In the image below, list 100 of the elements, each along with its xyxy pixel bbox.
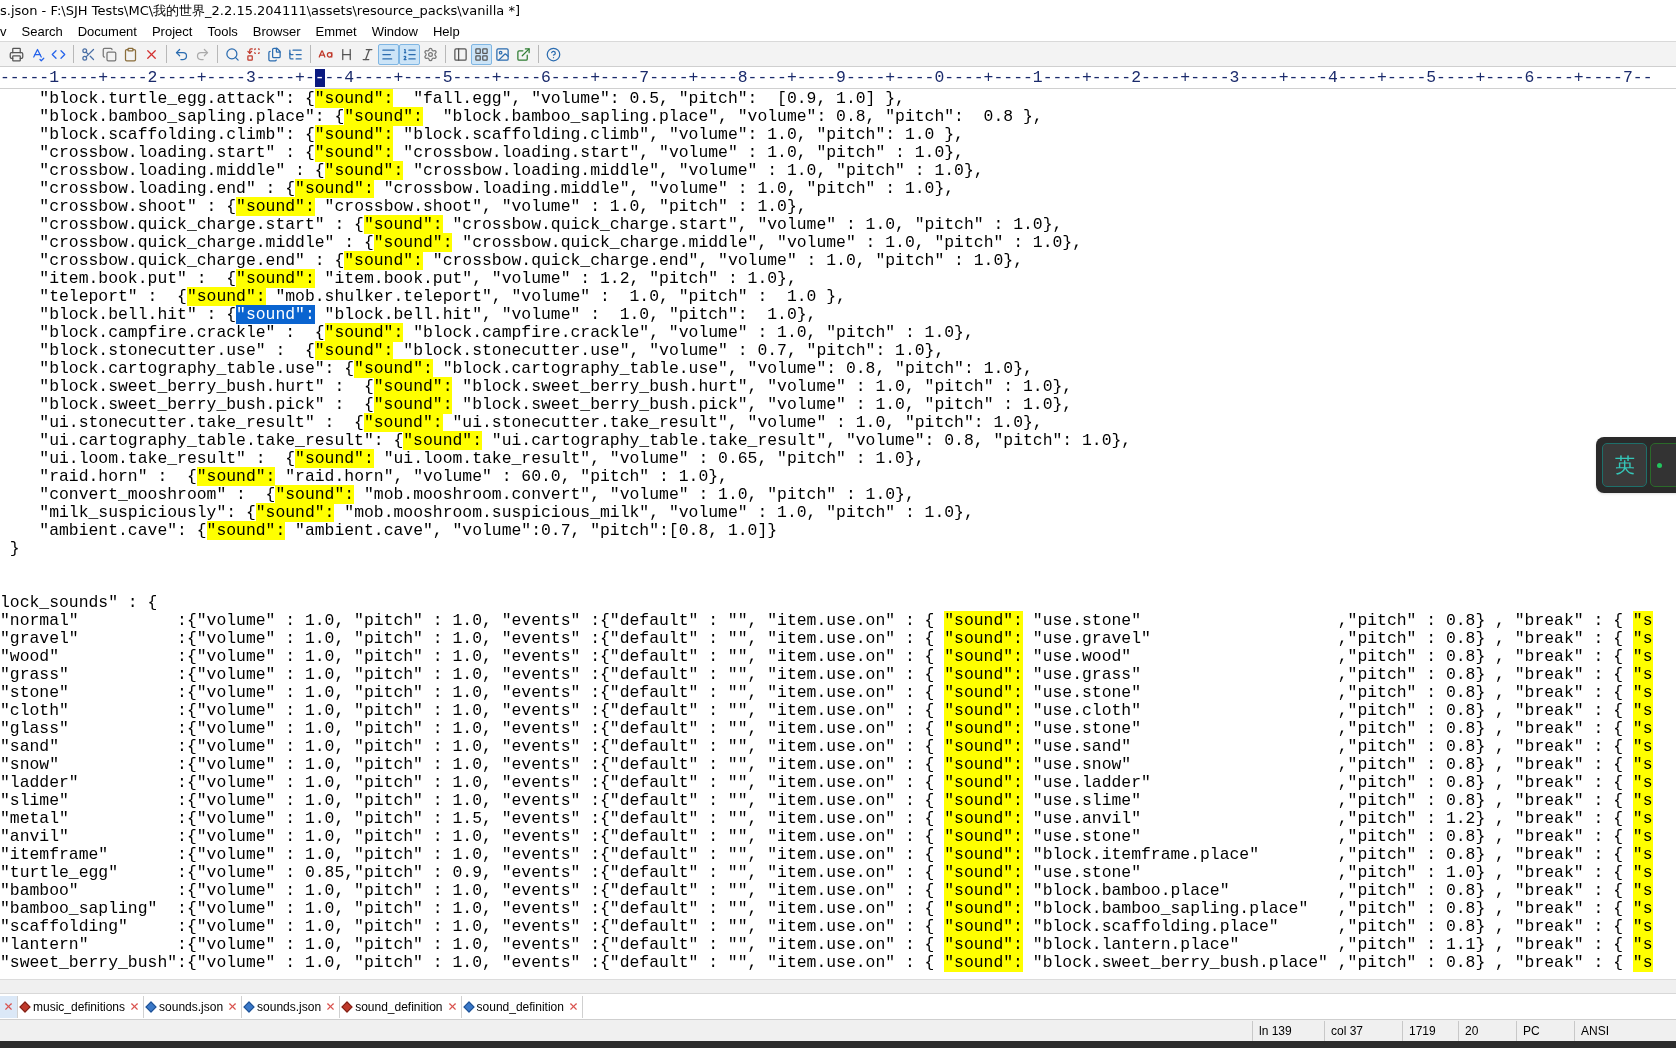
menu-item[interactable]: Help xyxy=(432,21,460,42)
document-tab[interactable]: sounds.json xyxy=(144,995,243,1018)
document-tab[interactable]: sound_definition xyxy=(461,995,583,1018)
menu-item[interactable]: Document xyxy=(77,21,137,42)
panel-icon xyxy=(453,46,468,62)
code-text: "block.lantern.place" ,"pitch" : 1.1} , "break" : { xyxy=(1031,935,1624,954)
search-highlight: "sound": xyxy=(944,701,1023,720)
menu-item[interactable]: Tools xyxy=(207,21,238,42)
tab-label: sounds.json xyxy=(159,998,224,1016)
search-highlight: "sound": xyxy=(373,395,453,414)
code-text: "milk_suspiciously": { xyxy=(38,503,256,522)
code-text: "ui.stonecutter.take_result", "volume" : 1.0, "pitch": 1.0}, xyxy=(451,413,1043,432)
search-highlight: "sound": xyxy=(295,449,374,468)
code-text: "gravel" :{"volume" : 1.0, "pitch" : 1.0, "events" :{"default" : "", "item.use.on" : { xyxy=(0,629,936,648)
code-text: "block.scaffolding.climb": { xyxy=(38,125,315,144)
search-highlight: "sound": xyxy=(944,917,1023,936)
search-highlight: "sound": xyxy=(944,683,1023,702)
code-text: "normal" :{"volume" : 1.0, "pitch" : 1.0, "events" :{"default" : "", "item.use.on" : { xyxy=(0,611,936,630)
code-text: "ui.cartography_table.take_result": { xyxy=(38,431,404,450)
search-highlight: "sound": xyxy=(324,323,404,342)
code-text: "block.campfire.crackle", "volume" : 1.0, "pitch" : 1.0}, xyxy=(412,323,974,342)
code-text: "use.stone" ,"pitch" : 0.8} , "break" : { xyxy=(1031,683,1624,702)
close-icon[interactable] xyxy=(446,1001,458,1012)
ime-language-button[interactable]: 英 xyxy=(1602,443,1648,487)
close-icon[interactable] xyxy=(325,1001,337,1012)
close-icon[interactable] xyxy=(227,1001,239,1012)
search-highlight: "sound": xyxy=(344,251,423,270)
menu-item[interactable]: Browser xyxy=(252,21,301,42)
search-highlight: "sound": xyxy=(255,503,335,522)
code-text: "cloth" :{"volume" : 1.0, "pitch" : 1.0, "events" :{"default" : "", "item.use.on" : { xyxy=(0,701,936,720)
code-text: "crossbow.loading.start", "volume" : 1.0, "pitch" : 1.0}, xyxy=(402,143,964,162)
search-highlight: "sound": xyxy=(373,233,453,252)
tab-label: sound_definition xyxy=(355,998,443,1016)
search-highlight: "sound": xyxy=(314,143,394,162)
code-text: "crossbow.loading.start" : { xyxy=(38,143,315,162)
code-text: "crossbow.quick_charge.end", "volume" : 1.0, "pitch" : 1.0}, xyxy=(431,251,1023,270)
search-highlight: "sound": xyxy=(206,521,286,540)
ruler-cursor: - xyxy=(314,68,325,87)
list-icon xyxy=(288,46,303,62)
replace-icon xyxy=(246,46,261,62)
search-highlight: "s xyxy=(1632,935,1653,954)
search-highlight: "sound": xyxy=(186,287,266,306)
close-icon[interactable] xyxy=(567,1001,579,1012)
search-highlight: "sound": xyxy=(236,197,315,216)
search-highlight: "s xyxy=(1632,845,1653,864)
close-icon[interactable] xyxy=(3,1001,14,1012)
code-text: "scaffolding" :{"volume" : 1.0, "pitch" : 1.0, "events" :{"default" : "", "item.use.on" : { xyxy=(0,917,936,936)
search-highlight: "sound": xyxy=(944,809,1023,828)
menu-item[interactable]: v xyxy=(0,21,7,42)
search-highlight: "s xyxy=(1632,953,1653,972)
search-highlight: "sound": xyxy=(295,179,374,198)
printer-icon xyxy=(9,46,24,62)
code-text: "mob.mooshroom.convert", "volume" : 1.0, "pitch" : 1.0}, xyxy=(362,485,915,504)
search-highlight: "sound": xyxy=(944,881,1023,900)
status-field: PC xyxy=(1516,1020,1574,1041)
code-text: "use.stone" ,"pitch" : 1.0} , "break" : { xyxy=(1031,863,1624,882)
search-highlight: "sound": xyxy=(403,431,482,450)
undo-icon xyxy=(174,46,189,62)
close-icon[interactable] xyxy=(129,1001,141,1012)
search-highlight: "s xyxy=(1632,899,1653,918)
search-highlight: "sound": xyxy=(944,647,1023,666)
code-text: "crossbow.loading.middle" : { xyxy=(38,161,325,180)
menu-item[interactable]: Project xyxy=(151,21,193,42)
layout-icon xyxy=(474,46,489,62)
search-highlight: "sound": xyxy=(314,89,394,108)
menu-item[interactable]: Emmet xyxy=(315,21,357,42)
document-tab[interactable] xyxy=(0,995,18,1018)
document-tab[interactable]: music_definitions xyxy=(18,995,145,1018)
document-tab[interactable]: sound_definition xyxy=(340,995,462,1018)
search-highlight: "s xyxy=(1632,737,1653,756)
tab-label: sounds.json xyxy=(257,998,322,1016)
search-highlight: "sound": xyxy=(944,665,1023,684)
toolbar-button[interactable] xyxy=(378,43,399,65)
search-highlight: "sound": xyxy=(944,899,1023,918)
search-highlight: "s xyxy=(1632,755,1653,774)
code-text: "raid.horn" : { xyxy=(38,467,197,486)
help-icon xyxy=(546,46,561,62)
code-text: "ambient.cave": { xyxy=(38,521,207,540)
document-tab[interactable]: sounds.json xyxy=(242,995,341,1018)
code-text: "metal" :{"volume" : 1.0, "pitch" : 1.5, "events" :{"default" : "", "item.use.on" : { xyxy=(0,809,936,828)
redo-icon xyxy=(195,46,210,62)
menu-item[interactable]: Window xyxy=(371,21,418,42)
search-highlight: "s xyxy=(1632,827,1653,846)
menu-item[interactable]: Search xyxy=(21,21,63,42)
toolbar-button[interactable] xyxy=(471,43,492,65)
code-text: "sand" :{"volume" : 1.0, "pitch" : 1.0, "events" :{"default" : "", "item.use.on" : { xyxy=(0,737,936,756)
search-highlight: "sound": xyxy=(314,341,394,360)
code-text: "use.stone" ,"pitch" : 0.8} , "break" : { xyxy=(1031,827,1624,846)
files-icon xyxy=(267,46,282,62)
search-highlight: "s xyxy=(1632,773,1653,792)
tab-label: sound_definition xyxy=(476,998,564,1016)
toolbar-button[interactable] xyxy=(399,43,420,65)
search-highlight: "s xyxy=(1632,665,1653,684)
code-text: "crossbow.shoot", "volume" : 1.0, "pitch" : 1.0}, xyxy=(323,197,807,216)
code-text: "slime" :{"volume" : 1.0, "pitch" : 1.0, "events" :{"default" : "", "item.use.on" : { xyxy=(0,791,936,810)
search-highlight: "s xyxy=(1632,719,1653,738)
code-text: "block.bamboo_sapling.place" ,"pitch" : 0.8} , "break" : { xyxy=(1031,899,1624,918)
search-highlight: "sound": xyxy=(944,845,1023,864)
horizontal-scrollbar[interactable] xyxy=(0,979,1676,993)
search-highlight: "s xyxy=(1632,683,1653,702)
